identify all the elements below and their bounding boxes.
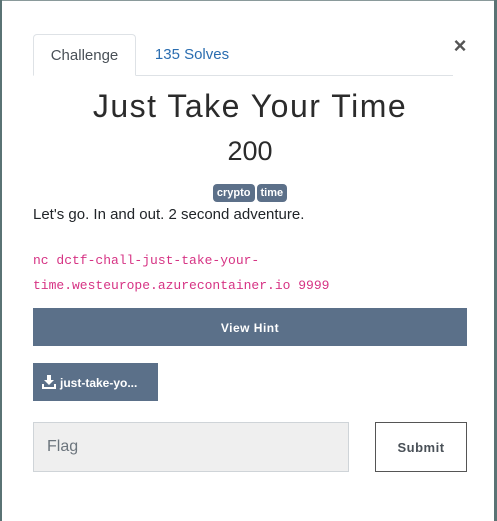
download-file-button[interactable]: just-take-yo... (33, 363, 158, 401)
challenge-description: Let's go. In and out. 2 second adventure… (33, 206, 305, 223)
connection-command-line-1: nc dctf-chall-just-take-your- (33, 253, 260, 268)
frame-top-edge (0, 0, 497, 1)
tag-badge-time: time (256, 184, 288, 202)
connection-command-line-2: time.westeurope.azurecontainer.io 9999 (33, 278, 330, 293)
frame-left-edge (0, 0, 2, 521)
submit-button[interactable]: Submit (375, 422, 467, 472)
tag-list: crypto time (33, 184, 467, 202)
download-icon (42, 375, 56, 389)
file-name-label: just-take-yo... (60, 376, 138, 390)
close-icon[interactable]: × (450, 34, 470, 58)
connection-command: nc dctf-chall-just-take-your- time.weste… (33, 248, 467, 298)
tab-challenge[interactable]: Challenge (33, 34, 136, 76)
flag-input[interactable] (33, 422, 349, 472)
challenge-tabs: Challenge 135 Solves (33, 34, 453, 76)
challenge-title: Just Take Your Time (92, 88, 408, 124)
view-hint-button[interactable]: View Hint (33, 308, 467, 346)
tag-badge-crypto: crypto (212, 184, 255, 202)
challenge-points: 200 (227, 136, 273, 166)
tab-solves[interactable]: 135 Solves (153, 34, 231, 74)
